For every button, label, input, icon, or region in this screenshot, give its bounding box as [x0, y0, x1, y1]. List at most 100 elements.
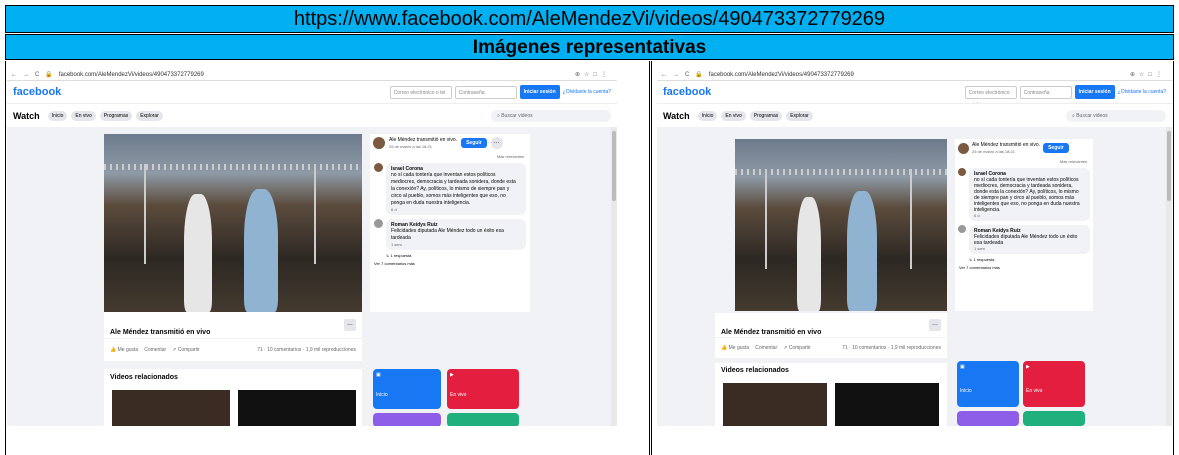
login-button: Iniciar sesión — [519, 85, 560, 99]
reply-count: ↳ 1 respuesta — [386, 253, 412, 258]
facebook-logo: facebook — [663, 86, 712, 98]
comment-text: no sí cada tontería que inventan estos p… — [974, 177, 1080, 213]
more-comments-link: Ver 7 comentarios más — [374, 261, 415, 266]
stage-truss — [765, 169, 771, 269]
nav-explorar: Explorar — [786, 110, 813, 121]
nav-programas: Programas — [749, 110, 783, 121]
comment-item: Roman Keidys Ruiz Felicidades diputada A… — [370, 217, 530, 252]
performer-figure — [797, 197, 821, 311]
avatar — [374, 163, 383, 172]
author-line: Ale Méndez transmitió en vivo. — [389, 137, 458, 143]
share-button: ↗ Compartir — [172, 347, 200, 353]
comment-text: Felicidades diputada Ale Méndez todo un … — [974, 234, 1078, 246]
share-button: ↗ Compartir — [783, 345, 811, 351]
section-subtitle: Imágenes representativas — [5, 34, 1174, 60]
facebook-screenshot-left: ← → C 🔒 facebook.com/AleMendezVi/videos/… — [7, 69, 617, 426]
stage-truss — [104, 164, 362, 170]
author-row: Ale Méndez transmitió en vivo. 25 de mar… — [370, 134, 530, 152]
document: https://www.facebook.com/AleMendezVi/vid… — [0, 0, 1179, 455]
nav-inicio: Inicio — [47, 110, 68, 121]
browser-url: facebook.com/AleMendezVi/videos/49047337… — [58, 71, 204, 78]
browser-toolbar: ← → C 🔒 facebook.com/AleMendezVi/videos/… — [7, 69, 617, 81]
related-thumbnail — [112, 390, 230, 426]
video-stats: 71 · 10 comentarios · 1,9 mil reproducci… — [842, 345, 941, 351]
password-input: Contraseña — [1019, 85, 1072, 99]
password-input: Contraseña — [454, 85, 517, 99]
left-panel: ← → C 🔒 facebook.com/AleMendezVi/videos/… — [5, 61, 650, 455]
comment-item: Roman Keidys Ruiz Felicidades diputada A… — [955, 223, 1093, 256]
avatar — [958, 168, 966, 176]
author-row: Ale Méndez transmitió en vivo. 25 de mar… — [955, 139, 1093, 157]
avatar — [958, 225, 966, 233]
comment-time: 1 sem — [391, 242, 402, 247]
video-player — [104, 134, 362, 312]
email-input: Correo electrónico o tel — [964, 85, 1017, 108]
facebook-screenshot-right: ← → C 🔒 facebook.com/AleMendezVi/videos/… — [657, 69, 1172, 426]
home-icon: ▣ — [960, 364, 965, 370]
more-icon: … — [490, 137, 503, 149]
back-icon: ← — [661, 71, 667, 78]
author-line: Ale Méndez transmitió en vivo. — [972, 142, 1041, 148]
comments-panel: Ale Méndez transmitió en vivo. 25 de mar… — [370, 134, 530, 312]
like-button: 👍 Me gusta — [721, 345, 750, 351]
facebook-top-bar: facebook Correo electrónico o tel Contra… — [657, 81, 1172, 108]
like-button: 👍 Me gusta — [110, 347, 139, 353]
more-icon: … — [344, 319, 356, 331]
email-input: Correo electrónico o tel — [389, 85, 452, 99]
performer-figure — [244, 189, 278, 312]
video-actions: 👍 Me gusta Comentar ↗ Compartir 71 · 10 … — [715, 338, 947, 358]
comment-button: Comentar — [755, 345, 778, 351]
video-title: Ale Méndez transmitió en vivo — [721, 329, 822, 336]
video-title: Ale Méndez transmitió en vivo — [110, 329, 211, 336]
stage-truss — [314, 164, 320, 264]
lock-icon: 🔒 — [45, 72, 53, 78]
follow-button: Seguir — [1043, 143, 1069, 153]
follow-button: Seguir — [461, 138, 487, 148]
nav-en-vivo: En vivo — [721, 110, 746, 121]
login-button: Iniciar sesión — [1074, 85, 1115, 99]
more-icon: … — [929, 319, 941, 331]
reload-icon: C — [35, 71, 40, 78]
facebook-top-bar: facebook Correo electrónico o tel Contra… — [7, 81, 617, 103]
browser-icons: ⊕☆□⋮ — [1129, 72, 1166, 78]
comment-time: 6 d — [391, 207, 397, 212]
related-thumbnail — [238, 390, 356, 426]
forward-icon: → — [673, 71, 679, 78]
relevance-filter: Más relevantes — [496, 154, 524, 159]
comment-text: Felicidades diputada Ale Méndez todo un … — [391, 228, 504, 241]
relevance-filter: Más relevantes — [1059, 159, 1087, 164]
home-icon: ▣ — [376, 372, 381, 378]
like-icon: 👍 — [110, 347, 118, 353]
tile-explorar — [1023, 411, 1085, 426]
facebook-logo: facebook — [13, 86, 62, 98]
lock-icon: 🔒 — [695, 72, 703, 78]
related-videos: Videos relacionados — [104, 369, 362, 426]
forgot-link: ¿Olvidaste la cuenta? — [1117, 89, 1166, 95]
video-frame — [104, 134, 362, 312]
video-player — [735, 139, 947, 311]
browser-url: facebook.com/AleMendezVi/videos/49047337… — [708, 71, 854, 78]
live-icon: ▶ — [450, 372, 454, 378]
more-comments-link: Ver 7 comentarios más — [959, 265, 1000, 270]
comment-button: Comentar — [144, 347, 167, 353]
post-date: 25 de marzo a las 18:21 — [389, 144, 432, 149]
forward-icon: → — [23, 71, 29, 78]
right-panel: ← → C 🔒 facebook.com/AleMendezVi/videos/… — [651, 61, 1174, 455]
nav-programas: Programas — [99, 110, 133, 121]
avatar — [958, 142, 969, 154]
related-videos: Videos relacionados — [715, 363, 947, 426]
performer-figure — [184, 194, 212, 312]
watch-bar: Watch Inicio En vivo Programas Explorar … — [657, 103, 1172, 127]
video-stats: 71 · 10 comentarios · 1,9 mil reproducci… — [257, 347, 356, 353]
browser-icons: ⊕☆□⋮ — [574, 72, 611, 78]
watch-bar: Watch Inicio En vivo Programas Explorar … — [7, 103, 617, 127]
comment-text: no sí cada tontería que inventan estos p… — [391, 172, 516, 206]
tile-explorar — [447, 413, 519, 426]
post-date: 25 de marzo a las 18:21 — [972, 149, 1015, 154]
watch-title: Watch — [663, 110, 690, 121]
avatar — [374, 219, 383, 228]
nav-en-vivo: En vivo — [71, 110, 96, 121]
comments-panel: Ale Méndez transmitió en vivo. 25 de mar… — [955, 139, 1093, 311]
related-thumbnail — [723, 383, 827, 426]
related-thumbnail — [835, 383, 939, 426]
